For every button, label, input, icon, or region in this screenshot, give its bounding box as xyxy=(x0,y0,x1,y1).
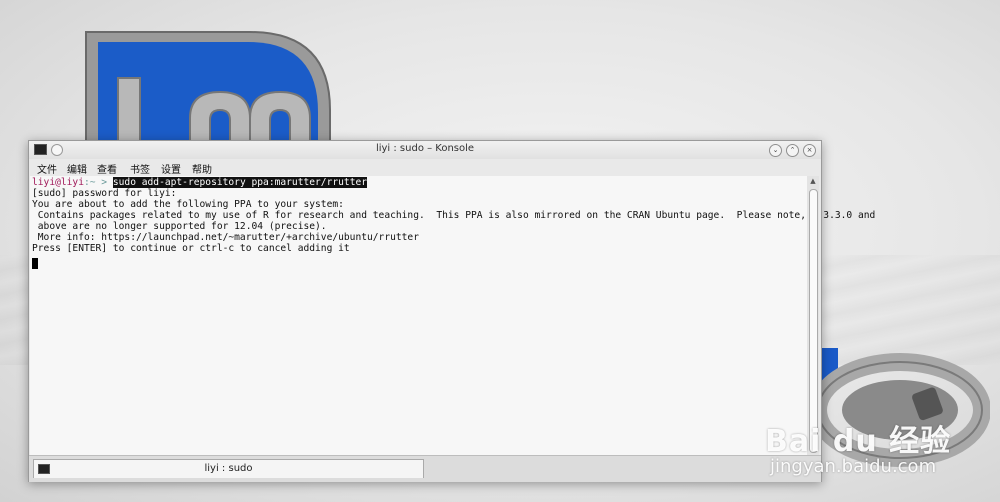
menu-edit[interactable]: 编辑 xyxy=(67,161,87,176)
terminal-prompt-line: liyi@liyi:~ > sudo add-apt-repository pp… xyxy=(32,177,368,188)
menu-settings[interactable]: 设置 xyxy=(161,161,181,176)
minimize-icon[interactable]: ⌄ xyxy=(769,144,782,157)
terminal-line: Press [ENTER] to continue or ctrl-c to c… xyxy=(32,243,350,254)
terminal-cursor xyxy=(32,258,38,269)
terminal-line: Contains packages related to my use of R… xyxy=(32,210,876,221)
watermark-baidu-logo: Bai du 经验 xyxy=(765,424,952,459)
tab-bar: liyi : sudo xyxy=(29,455,821,482)
menu-view[interactable]: 查看 xyxy=(97,161,117,176)
window-titlebar[interactable]: liyi : sudo – Konsole ⌄ ⌃ × xyxy=(29,141,821,159)
scrollbar-thumb[interactable] xyxy=(809,189,818,453)
terminal-command: sudo add-apt-repository ppa:marutter/rru… xyxy=(112,177,368,188)
terminal-output[interactable]: liyi@liyi:~ > sudo add-apt-repository pp… xyxy=(30,176,875,455)
terminal-line: above are no longer supported for 12.04 … xyxy=(32,221,327,232)
tab-label: liyi : sudo xyxy=(204,463,253,474)
menu-bookmarks[interactable]: 书签 xyxy=(130,161,150,176)
watermark-url: jingyan.baidu.com xyxy=(770,456,937,477)
scroll-up-icon[interactable]: ▲ xyxy=(808,177,818,185)
close-icon[interactable]: × xyxy=(803,144,816,157)
terminal-line: [sudo] password for liyi: xyxy=(32,188,177,199)
konsole-window: liyi : sudo – Konsole ⌄ ⌃ × 文件 编辑 查看 书签 … xyxy=(28,140,875,482)
menu-help[interactable]: 帮助 xyxy=(192,161,212,176)
terminal-scrollbar[interactable]: ▲ xyxy=(807,176,819,455)
menu-file[interactable]: 文件 xyxy=(37,161,57,176)
tab-liyi-sudo[interactable]: liyi : sudo xyxy=(33,459,424,478)
prompt-separator: :~ > xyxy=(83,177,113,188)
terminal-line: You are about to add the following PPA t… xyxy=(32,199,344,210)
prompt-user: liyi@liyi xyxy=(32,177,84,188)
window-title: liyi : sudo – Konsole xyxy=(375,143,475,154)
menubar: 文件 编辑 查看 书签 设置 帮助 xyxy=(29,159,821,176)
maximize-icon[interactable]: ⌃ xyxy=(786,144,799,157)
terminal-line: More info: https://launchpad.net/~marutt… xyxy=(32,232,419,243)
